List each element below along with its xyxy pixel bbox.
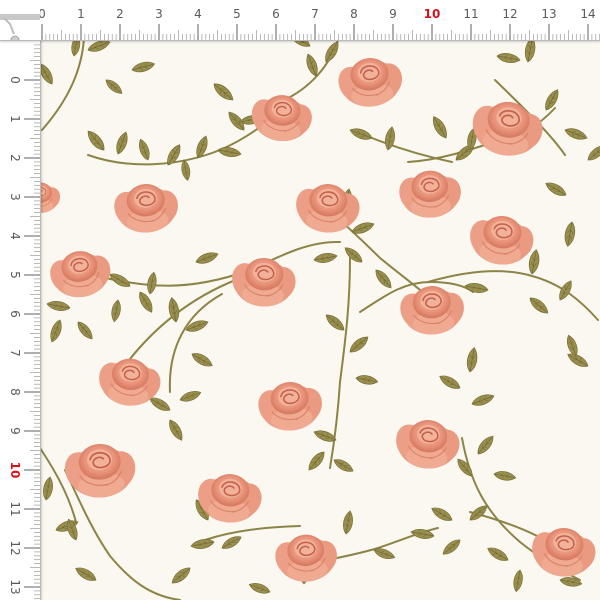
ruler-top-label: 14 — [580, 7, 595, 21]
ruler-top-label: 6 — [272, 7, 280, 21]
ruler-left-label: 13 — [8, 579, 22, 594]
ruler-left-label: 9 — [8, 427, 22, 435]
ruler-left-label: 7 — [8, 349, 22, 357]
ruler-top-label: 12 — [502, 7, 517, 21]
ruler-top-label: 3 — [155, 7, 163, 21]
ruler-left-label: 10 — [8, 462, 22, 479]
ruler-left-label: 5 — [8, 271, 22, 279]
ruler-top-label: 2 — [116, 7, 124, 21]
ruler-top-label: 1 — [77, 7, 85, 21]
ruler-corner-clip — [0, 0, 40, 40]
ruler-top-label: 10 — [424, 7, 441, 21]
ruler-top-label: 11 — [463, 7, 478, 21]
ruler-top-label: 13 — [541, 7, 556, 21]
ruler-top-label: 8 — [350, 7, 358, 21]
rose-pattern-fabric — [0, 0, 600, 600]
ruler-top-label: 5 — [233, 7, 241, 21]
ruler-left-label: 3 — [8, 193, 22, 201]
ruler-left-label: 0 — [8, 76, 22, 84]
ruler-left-label: 11 — [8, 501, 22, 516]
ruler-left-label: 4 — [8, 232, 22, 240]
ruler-left: 012345678910111213 — [0, 0, 41, 600]
ruler-top: 0 1 2 3 4 5 6 7 8 9 10 11 12 13 14 — [0, 0, 600, 41]
fabric-preview: 0 1 2 3 4 5 6 7 8 9 10 11 12 13 14 0 1 2 3 4 5 6 7 8 9 10 11 12 13 — [0, 0, 600, 600]
ruler-left-label: 1 — [8, 115, 22, 123]
ruler-left-label: 12 — [8, 540, 22, 555]
ruler-left-label: 8 — [8, 388, 22, 396]
ruler-top-label: 4 — [194, 7, 202, 21]
ruler-top-label: 9 — [389, 7, 397, 21]
ruler-top-label: 7 — [311, 7, 319, 21]
ruler-left-label: 6 — [8, 310, 22, 318]
ruler-left-label: 2 — [8, 154, 22, 162]
